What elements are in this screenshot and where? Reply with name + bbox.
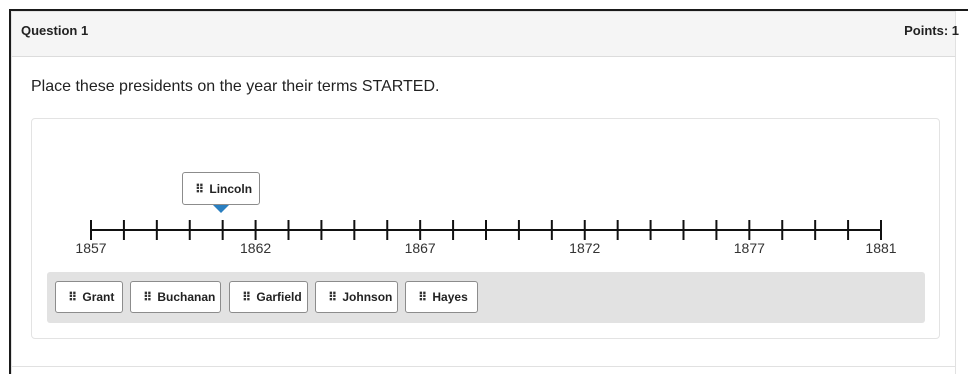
bank-item-label: Buchanan xyxy=(157,290,216,304)
bank-item-garfield[interactable]: ⠿ Garfield xyxy=(229,281,308,313)
bank-item-buchanan[interactable]: ⠿ Buchanan xyxy=(130,281,221,313)
drag-handle-icon: ⠿ xyxy=(143,290,152,304)
bank-item-label: Grant xyxy=(82,290,115,304)
drag-handle-icon: ⠿ xyxy=(328,290,337,304)
question-points: Points: 1 xyxy=(904,23,959,38)
drag-handle-icon: ⠿ xyxy=(68,290,77,304)
pointer-icon xyxy=(213,205,229,213)
placed-item-lincoln[interactable]: ⠿ Lincoln xyxy=(182,172,260,205)
bottom-divider xyxy=(11,366,956,367)
bank-item-grant[interactable]: ⠿ Grant xyxy=(55,281,123,313)
bank-item-label: Hayes xyxy=(432,290,468,304)
bank-item-label: Garfield xyxy=(256,290,302,304)
tick-label: 1872 xyxy=(569,240,601,256)
question-header xyxy=(11,11,956,57)
tick-label: 1862 xyxy=(240,240,272,256)
tick-label: 1867 xyxy=(404,240,436,256)
drag-handle-icon: ⠿ xyxy=(242,290,251,304)
placed-item-label: Lincoln xyxy=(209,181,253,196)
tick-label: 1881 xyxy=(865,240,897,256)
question-title: Question 1 xyxy=(21,23,89,38)
bank-item-label: Johnson xyxy=(342,290,393,304)
question-prompt: Place these presidents on the year their… xyxy=(31,78,440,95)
drag-handle-icon: ⠿ xyxy=(195,181,204,196)
tick-label: 1857 xyxy=(75,240,107,256)
bank-item-hayes[interactable]: ⠿ Hayes xyxy=(405,281,478,313)
drag-handle-icon: ⠿ xyxy=(418,290,427,304)
tick-label: 1877 xyxy=(733,240,765,256)
bank-item-johnson[interactable]: ⠿ Johnson xyxy=(315,281,398,313)
